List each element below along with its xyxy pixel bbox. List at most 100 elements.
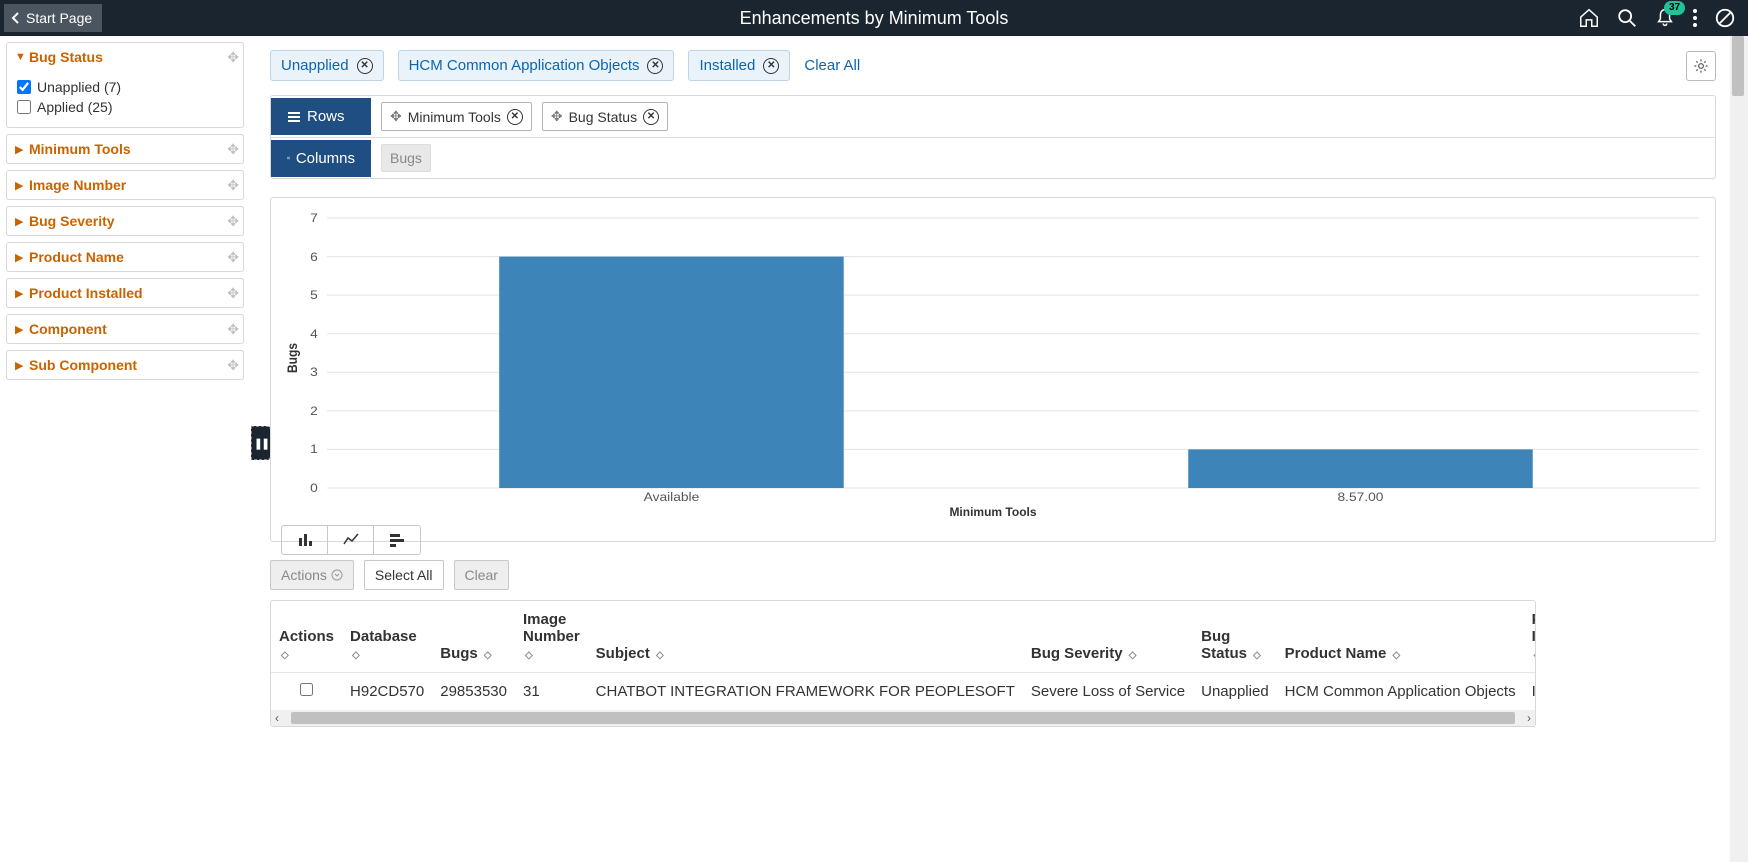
- facet-header[interactable]: ▶Bug Severity✥: [7, 207, 243, 235]
- cell-subject: CHATBOT INTEGRATION FRAMEWORK FOR PEOPLE…: [588, 673, 1023, 711]
- table-header-row: Actions◇ Database◇ Bugs ◇ Image Number◇ …: [271, 601, 1536, 673]
- checkbox-unapplied[interactable]: [17, 80, 31, 94]
- facet-option-unapplied[interactable]: Unapplied (7): [17, 79, 233, 95]
- tag-remove-icon[interactable]: ✕: [507, 109, 523, 125]
- caret-right-icon: ▶: [15, 323, 25, 336]
- facet-product-name: ▶Product Name✥: [6, 242, 244, 272]
- page-title: Enhancements by Minimum Tools: [740, 8, 1009, 29]
- move-icon: ✥: [390, 108, 402, 125]
- facet-title: Bug Severity: [29, 213, 115, 229]
- row-tag-bug-status[interactable]: ✥ Bug Status ✕: [542, 102, 668, 131]
- row-tag-minimum-tools[interactable]: ✥ Minimum Tools ✕: [381, 102, 532, 131]
- sort-icon: ◇: [1129, 650, 1137, 661]
- filter-chip-installed: Installed ✕: [688, 50, 790, 81]
- bar-85700[interactable]: [1188, 449, 1533, 488]
- svg-text:3: 3: [310, 365, 318, 379]
- drag-handle-icon[interactable]: ✥: [227, 285, 239, 302]
- horizontal-scrollbar[interactable]: ‹ ›: [271, 710, 1535, 726]
- row-checkbox[interactable]: [300, 683, 313, 696]
- svg-text:Available: Available: [644, 490, 700, 503]
- drag-handle-icon[interactable]: ✥: [227, 141, 239, 158]
- sort-icon: ◇: [281, 650, 289, 661]
- chevron-left-icon: [10, 12, 22, 24]
- chip-remove-icon[interactable]: ✕: [647, 58, 663, 74]
- notifications-icon[interactable]: 37: [1654, 7, 1676, 29]
- facet-option-applied[interactable]: Applied (25): [17, 99, 233, 115]
- sort-icon: ◇: [352, 650, 360, 661]
- scroll-right-icon[interactable]: ›: [1523, 711, 1535, 725]
- vertical-scrollbar[interactable]: [1730, 36, 1748, 862]
- search-icon[interactable]: [1616, 7, 1638, 29]
- back-start-page-button[interactable]: Start Page: [4, 4, 102, 32]
- facet-minimum-tools: ▶Minimum Tools✥: [6, 134, 244, 164]
- col-subject[interactable]: Subject ◇: [588, 601, 1023, 673]
- select-all-button[interactable]: Select All: [364, 560, 444, 590]
- cell-database: H92CD570: [342, 673, 432, 711]
- col-bugs[interactable]: Bugs ◇: [432, 601, 515, 673]
- kebab-menu-icon[interactable]: [1692, 7, 1698, 29]
- col-image-number[interactable]: Image Number◇: [515, 601, 588, 673]
- bar-chart-button[interactable]: [282, 526, 328, 554]
- drag-handle-icon[interactable]: ✥: [227, 357, 239, 374]
- clear-all-link[interactable]: Clear All: [804, 57, 860, 74]
- drag-handle-icon[interactable]: ✥: [227, 177, 239, 194]
- col-actions[interactable]: Actions◇: [271, 601, 342, 673]
- horizontal-bar-button[interactable]: [374, 526, 420, 554]
- facet-title: Image Number: [29, 177, 126, 193]
- cell-bugs: 29853530: [432, 673, 515, 711]
- drag-handle-icon[interactable]: ✥: [227, 49, 239, 66]
- caret-down-icon: ▼: [15, 51, 25, 63]
- chip-remove-icon[interactable]: ✕: [357, 58, 373, 74]
- settings-gear-button[interactable]: [1686, 51, 1716, 81]
- col-product-name[interactable]: Product Name ◇: [1277, 601, 1524, 673]
- line-chart-button[interactable]: [328, 526, 374, 554]
- facet-bug-severity: ▶Bug Severity✥: [6, 206, 244, 236]
- drag-handle-icon[interactable]: ✥: [227, 213, 239, 230]
- facet-header[interactable]: ▶Minimum Tools✥: [7, 135, 243, 163]
- scroll-thumb[interactable]: [1732, 36, 1744, 96]
- columns-tab: Columns: [271, 140, 371, 177]
- bar-available[interactable]: [499, 257, 844, 488]
- facet-title: Minimum Tools: [29, 141, 131, 157]
- scroll-thumb[interactable]: [291, 712, 1515, 724]
- tag-remove-icon[interactable]: ✕: [643, 109, 659, 125]
- table-row: H92CD570 29853530 31 CHATBOT INTEGRATION…: [271, 673, 1536, 711]
- col-product-installed[interactable]: Product Installed◇: [1524, 601, 1536, 673]
- caret-right-icon: ▶: [15, 251, 25, 264]
- drag-handle-icon[interactable]: ✥: [227, 321, 239, 338]
- home-icon[interactable]: [1578, 7, 1600, 29]
- svg-text:8.57.00: 8.57.00: [1338, 490, 1384, 503]
- sort-icon: ◇: [484, 650, 492, 661]
- main-content: Unapplied ✕ HCM Common Application Objec…: [250, 36, 1748, 862]
- chip-label: Unapplied: [281, 57, 349, 74]
- caret-right-icon: ▶: [15, 359, 25, 372]
- drag-handle-icon[interactable]: ✥: [227, 249, 239, 266]
- svg-text:1: 1: [310, 442, 318, 456]
- facet-header-bug-status[interactable]: ▼ Bug Status ✥: [7, 43, 243, 71]
- caret-right-icon: ▶: [15, 179, 25, 192]
- facet-header[interactable]: ▶Product Installed✥: [7, 279, 243, 307]
- facet-header[interactable]: ▶Product Name✥: [7, 243, 243, 271]
- tag-label: Bug Status: [569, 109, 638, 125]
- cell-product-name: HCM Common Application Objects: [1277, 673, 1524, 711]
- checkbox-applied[interactable]: [17, 100, 31, 114]
- svg-text:Bugs: Bugs: [284, 343, 300, 373]
- col-database[interactable]: Database◇: [342, 601, 432, 673]
- chip-remove-icon[interactable]: ✕: [763, 58, 779, 74]
- facet-title: Component: [29, 321, 107, 337]
- facet-header[interactable]: ▶ Component ✥: [7, 315, 243, 343]
- sort-icon: ◇: [525, 650, 533, 661]
- svg-text:6: 6: [310, 250, 318, 264]
- cell-bug-status: Unapplied: [1193, 673, 1277, 711]
- actions-dropdown-button[interactable]: Actions: [270, 560, 354, 590]
- clear-button[interactable]: Clear: [454, 560, 509, 590]
- cell-bug-severity: Severe Loss of Service: [1023, 673, 1193, 711]
- back-label: Start Page: [26, 10, 92, 26]
- col-bug-status[interactable]: Bug Status ◇: [1193, 601, 1277, 673]
- scroll-left-icon[interactable]: ‹: [271, 711, 283, 725]
- no-sign-icon[interactable]: [1714, 7, 1736, 29]
- facet-header[interactable]: ▶ Image Number ✥: [7, 171, 243, 199]
- sort-icon: ◇: [656, 650, 664, 661]
- col-bug-severity[interactable]: Bug Severity ◇: [1023, 601, 1193, 673]
- facet-header[interactable]: ▶Sub Component✥: [7, 351, 243, 379]
